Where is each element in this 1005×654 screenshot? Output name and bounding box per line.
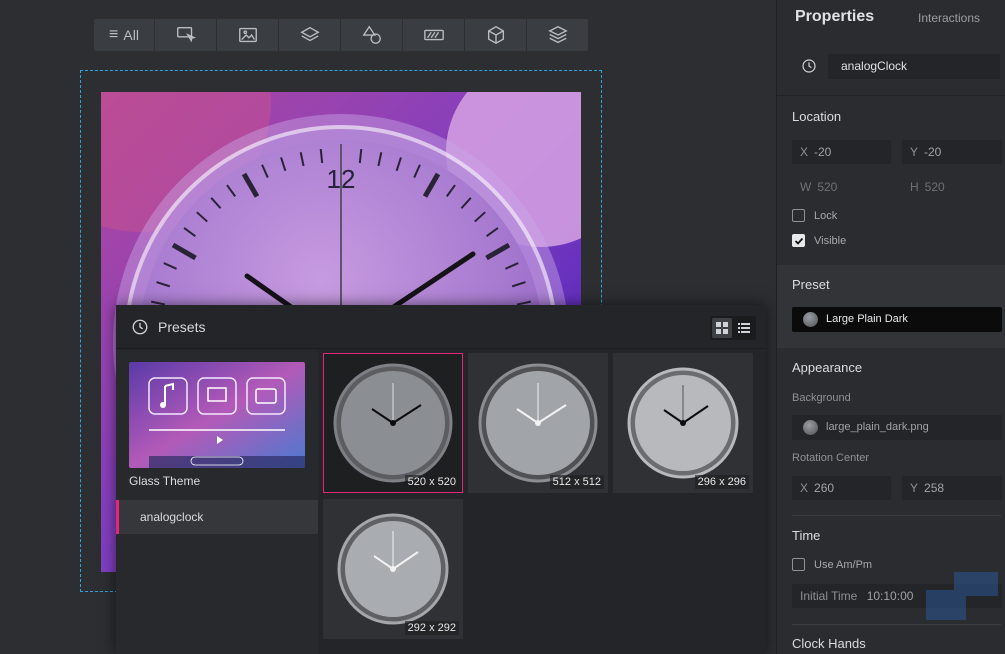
- tile-size-label: 512 x 512: [549, 475, 604, 489]
- ry-value: 258: [924, 481, 945, 495]
- filter-all-label: All: [123, 27, 139, 43]
- clock-preview-icon: [627, 367, 739, 479]
- grid-view-button[interactable]: [712, 318, 732, 338]
- initial-time-label: Initial Time: [800, 589, 858, 603]
- widget-name-field[interactable]: analogClock: [828, 54, 1000, 79]
- preset-grid: 520 x 520 512 x 512 296 x 296 292 x 292: [323, 353, 766, 654]
- x-label: X: [800, 145, 809, 159]
- clock-preview-icon: [333, 363, 453, 483]
- section-divider: [792, 515, 1001, 516]
- rotation-x-field[interactable]: X 260: [792, 476, 891, 500]
- widget-toolbar: ≡ All: [94, 19, 588, 51]
- preset-swatch-icon: [803, 312, 818, 327]
- location-title: Location: [792, 109, 842, 124]
- x-value: -20: [814, 145, 832, 159]
- w-label: W: [800, 180, 812, 194]
- list-item-analogclock[interactable]: analogclock: [116, 500, 318, 534]
- properties-tabs: Properties Interactions: [777, 0, 1005, 38]
- theme-card-glass[interactable]: [129, 362, 305, 468]
- watermark-logo-icon: [926, 572, 998, 620]
- tile-size-label: 292 x 292: [404, 621, 459, 635]
- list-view-button[interactable]: [734, 318, 754, 338]
- lock-checkbox-row[interactable]: Lock: [792, 209, 837, 222]
- cursor-icon: [176, 26, 196, 43]
- grid-icon: [716, 322, 728, 334]
- preset-tile-1[interactable]: 520 x 520: [323, 353, 463, 493]
- filter-image-button[interactable]: [217, 19, 278, 51]
- clock-preview-icon: [337, 513, 449, 625]
- check-icon: [794, 237, 803, 245]
- rotation-center-label: Rotation Center: [792, 452, 870, 464]
- properties-panel: Properties Interactions analogClock Loca…: [776, 0, 1005, 654]
- ampm-checkbox-row[interactable]: Use Am/Pm: [792, 558, 872, 571]
- location-h-field[interactable]: H 520: [902, 175, 1002, 199]
- filter-all-button[interactable]: ≡ All: [94, 19, 154, 51]
- background-value: large_plain_dark.png: [826, 421, 929, 433]
- preset-tile-4[interactable]: 292 x 292: [323, 499, 463, 639]
- w-value: 520: [817, 180, 838, 194]
- visible-checkbox[interactable]: [792, 234, 805, 247]
- view-toggle: [710, 316, 756, 340]
- presets-header: Presets: [116, 305, 766, 349]
- preset-value: Large Plain Dark: [826, 313, 908, 325]
- location-y-field[interactable]: Y -20: [902, 140, 1002, 164]
- stack-icon: [547, 25, 568, 44]
- filter-shapes-button[interactable]: [341, 19, 402, 51]
- rx-value: 260: [814, 481, 835, 495]
- rotation-y-field[interactable]: Y 258: [902, 476, 1002, 500]
- progress-icon: [423, 29, 444, 41]
- y-value: -20: [924, 145, 942, 159]
- ry-label: Y: [910, 481, 919, 495]
- filter-interactive-button[interactable]: [155, 19, 216, 51]
- preset-tile-3[interactable]: 296 x 296: [613, 353, 753, 493]
- layers-icon: [299, 26, 320, 42]
- location-w-field[interactable]: W 520: [792, 175, 891, 199]
- background-label: Background: [792, 392, 851, 404]
- y-label: Y: [910, 145, 919, 159]
- menu-icon: ≡: [109, 26, 119, 43]
- glass-theme-thumbnail: [129, 362, 305, 468]
- image-swatch-icon: [803, 420, 818, 435]
- filter-stack-button[interactable]: [527, 19, 588, 51]
- background-image-field[interactable]: large_plain_dark.png: [792, 415, 1002, 440]
- shapes-icon: [361, 25, 381, 44]
- presets-panel: Presets Glass Theme analogclock 520 x 52…: [116, 305, 766, 654]
- filter-progress-button[interactable]: [403, 19, 464, 51]
- visible-checkbox-row[interactable]: Visible: [792, 234, 846, 247]
- ampm-checkbox[interactable]: [792, 558, 805, 571]
- theme-label: Glass Theme: [129, 474, 201, 488]
- clock-hands-title: Clock Hands: [792, 636, 866, 651]
- theme-column: Glass Theme analogclock: [116, 350, 318, 654]
- visible-label: Visible: [814, 234, 847, 247]
- lock-checkbox[interactable]: [792, 209, 805, 222]
- filter-layers-button[interactable]: [279, 19, 340, 51]
- rx-label: X: [800, 481, 809, 495]
- preset-dropdown[interactable]: Large Plain Dark: [792, 307, 1002, 332]
- cube-icon: [487, 25, 504, 45]
- h-value: 520: [924, 180, 945, 194]
- tile-size-label: 520 x 520: [404, 475, 459, 489]
- widget-name-row: analogClock: [777, 48, 1005, 96]
- list-icon: [738, 323, 750, 333]
- clock-icon: [132, 319, 148, 334]
- clock-icon: [802, 59, 816, 73]
- h-label: H: [910, 180, 919, 194]
- tile-size-label: 296 x 296: [694, 475, 749, 489]
- appearance-title: Appearance: [792, 360, 863, 375]
- time-title: Time: [792, 528, 821, 543]
- image-icon: [238, 27, 257, 43]
- preset-title: Preset: [792, 277, 830, 292]
- list-item-label: analogclock: [140, 510, 204, 524]
- tab-properties[interactable]: Properties: [795, 8, 874, 26]
- tab-interactions[interactable]: Interactions: [918, 11, 980, 25]
- lock-label: Lock: [814, 209, 838, 222]
- presets-title: Presets: [158, 318, 206, 335]
- filter-3d-button[interactable]: [465, 19, 526, 51]
- ampm-label: Use Am/Pm: [814, 558, 873, 571]
- preset-tile-2[interactable]: 512 x 512: [468, 353, 608, 493]
- location-x-field[interactable]: X -20: [792, 140, 891, 164]
- clock-preview-icon: [478, 363, 598, 483]
- initial-time-value: 10:10:00: [866, 589, 914, 603]
